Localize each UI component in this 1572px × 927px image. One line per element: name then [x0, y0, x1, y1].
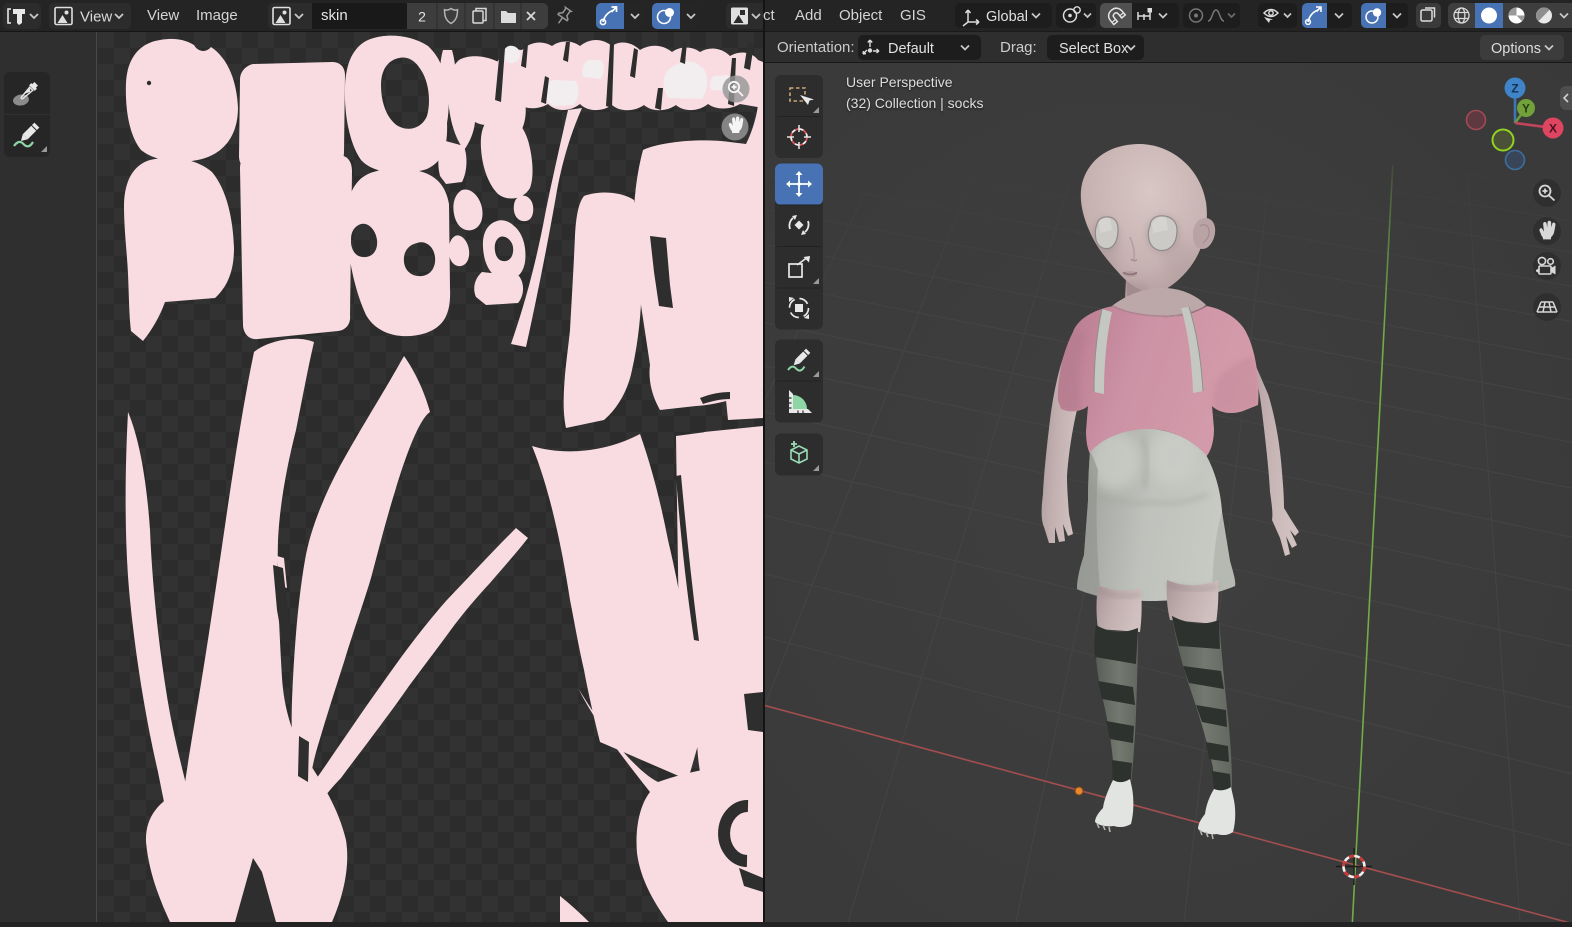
svg-text:Select Box: Select Box — [1059, 41, 1129, 57]
svg-text:Default: Default — [888, 41, 934, 57]
svg-text:Global: Global — [986, 9, 1028, 25]
svg-text:X: X — [1549, 122, 1557, 136]
svg-text:Z: Z — [1511, 82, 1518, 96]
svg-text:Y: Y — [1522, 104, 1530, 116]
svg-text:2: 2 — [418, 9, 426, 25]
svg-text:View: View — [80, 9, 112, 26]
